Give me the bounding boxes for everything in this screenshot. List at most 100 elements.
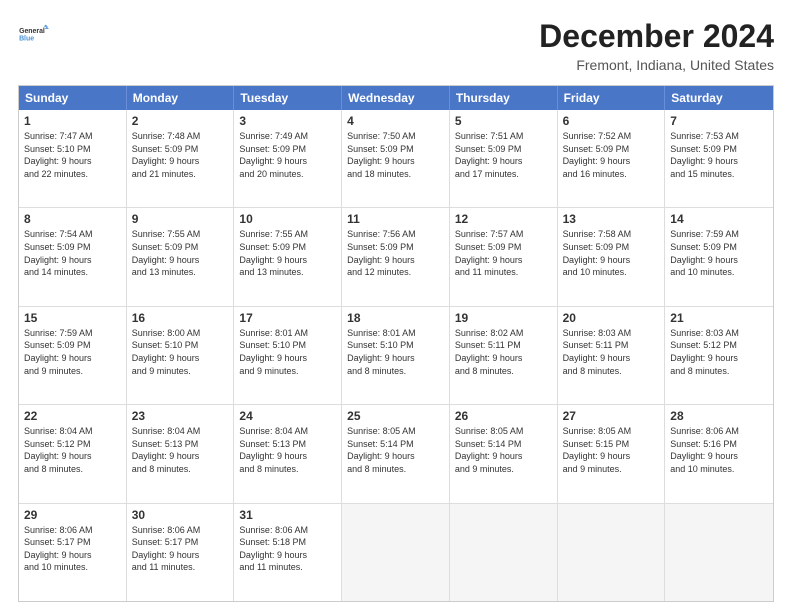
day-number: 20 <box>563 311 660 325</box>
cell-info: Sunrise: 7:57 AMSunset: 5:09 PMDaylight:… <box>455 228 552 278</box>
cell-info: Sunrise: 8:00 AMSunset: 5:10 PMDaylight:… <box>132 327 229 377</box>
cell-info: Sunrise: 7:56 AMSunset: 5:09 PMDaylight:… <box>347 228 444 278</box>
day-14: 14 Sunrise: 7:59 AMSunset: 5:09 PMDayligh… <box>665 208 773 305</box>
cell-info: Sunrise: 8:06 AMSunset: 5:17 PMDaylight:… <box>132 524 229 574</box>
day-19: 19 Sunrise: 8:02 AMSunset: 5:11 PMDayligh… <box>450 307 558 404</box>
empty-cell <box>665 504 773 601</box>
week-row-1: 1 Sunrise: 7:47 AMSunset: 5:10 PMDaylight… <box>19 110 773 207</box>
header-day-thursday: Thursday <box>450 86 558 110</box>
day-16: 16 Sunrise: 8:00 AMSunset: 5:10 PMDayligh… <box>127 307 235 404</box>
day-number: 3 <box>239 114 336 128</box>
day-15: 15Sunrise: 7:59 AMSunset: 5:09 PMDayligh… <box>19 307 127 404</box>
page-container: General Blue December 2024 Fremont, Indi… <box>0 0 792 612</box>
cell-info: Sunrise: 8:04 AMSunset: 5:13 PMDaylight:… <box>132 425 229 475</box>
day-24: 24Sunrise: 8:04 AMSunset: 5:13 PMDayligh… <box>234 405 342 502</box>
cell-info: Sunrise: 8:02 AMSunset: 5:11 PMDaylight:… <box>455 327 552 377</box>
day-number: 25 <box>347 409 444 423</box>
cell-info: Sunrise: 7:52 AMSunset: 5:09 PMDaylight:… <box>563 130 660 180</box>
header-day-tuesday: Tuesday <box>234 86 342 110</box>
day-29: 29Sunrise: 8:06 AMSunset: 5:17 PMDayligh… <box>19 504 127 601</box>
day-number: 28 <box>670 409 768 423</box>
day-number: 8 <box>24 212 121 226</box>
day-18: 18Sunrise: 8:01 AMSunset: 5:10 PMDayligh… <box>342 307 450 404</box>
day-number: 10 <box>239 212 336 226</box>
subtitle: Fremont, Indiana, United States <box>539 57 774 73</box>
calendar-header: SundayMondayTuesdayWednesdayThursdayFrid… <box>19 86 773 110</box>
main-title: December 2024 <box>539 18 774 55</box>
svg-text:Blue: Blue <box>19 36 34 43</box>
calendar-body: 1 Sunrise: 7:47 AMSunset: 5:10 PMDaylight… <box>19 110 773 601</box>
day-31: 31 Sunrise: 8:06 AMSunset: 5:18 PMDayligh… <box>234 504 342 601</box>
cell-info: Sunrise: 8:06 AMSunset: 5:18 PMDaylight:… <box>239 524 336 574</box>
day-21: 21 Sunrise: 8:03 AMSunset: 5:12 PMDayligh… <box>665 307 773 404</box>
cell-info: Sunrise: 7:55 AMSunset: 5:09 PMDaylight:… <box>132 228 229 278</box>
day-number: 14 <box>670 212 768 226</box>
day-4: 4Sunrise: 7:50 AMSunset: 5:09 PMDaylight… <box>342 110 450 207</box>
header-day-saturday: Saturday <box>665 86 773 110</box>
cell-info: Sunrise: 7:58 AMSunset: 5:09 PMDaylight:… <box>563 228 660 278</box>
day-number: 9 <box>132 212 229 226</box>
day-7: 7 Sunrise: 7:53 AMSunset: 5:09 PMDaylight… <box>665 110 773 207</box>
week-row-3: 15Sunrise: 7:59 AMSunset: 5:09 PMDayligh… <box>19 306 773 404</box>
day-number: 30 <box>132 508 229 522</box>
day-number: 27 <box>563 409 660 423</box>
day-number: 16 <box>132 311 229 325</box>
header-day-sunday: Sunday <box>19 86 127 110</box>
cell-info: Sunrise: 8:06 AMSunset: 5:16 PMDaylight:… <box>670 425 768 475</box>
day-number: 1 <box>24 114 121 128</box>
header-day-wednesday: Wednesday <box>342 86 450 110</box>
day-number: 23 <box>132 409 229 423</box>
week-row-5: 29 Sunrise: 8:06 AMSunset: 5:17 PMDayligh… <box>19 503 773 601</box>
day-3: 3 Sunrise: 7:49 AMSunset: 5:09 PMDaylight… <box>234 110 342 207</box>
day-17: 17Sunrise: 8:01 AMSunset: 5:10 PMDayligh… <box>234 307 342 404</box>
cell-info: Sunrise: 7:53 AMSunset: 5:09 PMDaylight:… <box>670 130 768 180</box>
day-number: 19 <box>455 311 552 325</box>
day-28: 28 Sunrise: 8:06 AMSunset: 5:16 PMDayligh… <box>665 405 773 502</box>
cell-info: Sunrise: 7:54 AMSunset: 5:09 PMDaylight:… <box>24 228 121 278</box>
day-number: 31 <box>239 508 336 522</box>
week-row-4: 22 Sunrise: 8:04 AMSunset: 5:12 PMDayligh… <box>19 404 773 502</box>
cell-info: Sunrise: 8:01 AMSunset: 5:10 PMDaylight:… <box>347 327 444 377</box>
logo: General Blue <box>18 18 50 50</box>
cell-info: Sunrise: 7:49 AMSunset: 5:09 PMDaylight:… <box>239 130 336 180</box>
cell-info: Sunrise: 8:03 AMSunset: 5:11 PMDaylight:… <box>563 327 660 377</box>
cell-info: Sunrise: 8:04 AMSunset: 5:12 PMDaylight:… <box>24 425 121 475</box>
day-26: 26Sunrise: 8:05 AMSunset: 5:14 PMDayligh… <box>450 405 558 502</box>
cell-info: Sunrise: 7:55 AMSunset: 5:09 PMDaylight:… <box>239 228 336 278</box>
empty-cell <box>558 504 666 601</box>
cell-info: Sunrise: 7:48 AMSunset: 5:09 PMDaylight:… <box>132 130 229 180</box>
day-number: 29 <box>24 508 121 522</box>
day-10: 10 Sunrise: 7:55 AMSunset: 5:09 PMDayligh… <box>234 208 342 305</box>
cell-info: Sunrise: 8:04 AMSunset: 5:13 PMDaylight:… <box>239 425 336 475</box>
cell-info: Sunrise: 7:47 AMSunset: 5:10 PMDaylight:… <box>24 130 121 180</box>
day-12: 12 Sunrise: 7:57 AMSunset: 5:09 PMDayligh… <box>450 208 558 305</box>
day-8: 8 Sunrise: 7:54 AMSunset: 5:09 PMDaylight… <box>19 208 127 305</box>
day-5: 5Sunrise: 7:51 AMSunset: 5:09 PMDaylight… <box>450 110 558 207</box>
week-row-2: 8 Sunrise: 7:54 AMSunset: 5:09 PMDaylight… <box>19 207 773 305</box>
day-number: 21 <box>670 311 768 325</box>
day-number: 5 <box>455 114 552 128</box>
day-6: 6Sunrise: 7:52 AMSunset: 5:09 PMDaylight… <box>558 110 666 207</box>
header-day-friday: Friday <box>558 86 666 110</box>
day-30: 30 Sunrise: 8:06 AMSunset: 5:17 PMDayligh… <box>127 504 235 601</box>
cell-info: Sunrise: 8:03 AMSunset: 5:12 PMDaylight:… <box>670 327 768 377</box>
day-number: 7 <box>670 114 768 128</box>
day-25: 25Sunrise: 8:05 AMSunset: 5:14 PMDayligh… <box>342 405 450 502</box>
title-block: December 2024 Fremont, Indiana, United S… <box>539 18 774 73</box>
header-day-monday: Monday <box>127 86 235 110</box>
empty-cell <box>342 504 450 601</box>
day-2: 2 Sunrise: 7:48 AMSunset: 5:09 PMDaylight… <box>127 110 235 207</box>
day-13: 13 Sunrise: 7:58 AMSunset: 5:09 PMDayligh… <box>558 208 666 305</box>
day-22: 22 Sunrise: 8:04 AMSunset: 5:12 PMDayligh… <box>19 405 127 502</box>
day-number: 13 <box>563 212 660 226</box>
day-number: 15 <box>24 311 121 325</box>
day-number: 26 <box>455 409 552 423</box>
day-number: 2 <box>132 114 229 128</box>
day-27: 27Sunrise: 8:05 AMSunset: 5:15 PMDayligh… <box>558 405 666 502</box>
cell-info: Sunrise: 7:59 AMSunset: 5:09 PMDaylight:… <box>670 228 768 278</box>
day-number: 22 <box>24 409 121 423</box>
empty-cell <box>450 504 558 601</box>
day-11: 11 Sunrise: 7:56 AMSunset: 5:09 PMDayligh… <box>342 208 450 305</box>
day-number: 11 <box>347 212 444 226</box>
day-number: 12 <box>455 212 552 226</box>
